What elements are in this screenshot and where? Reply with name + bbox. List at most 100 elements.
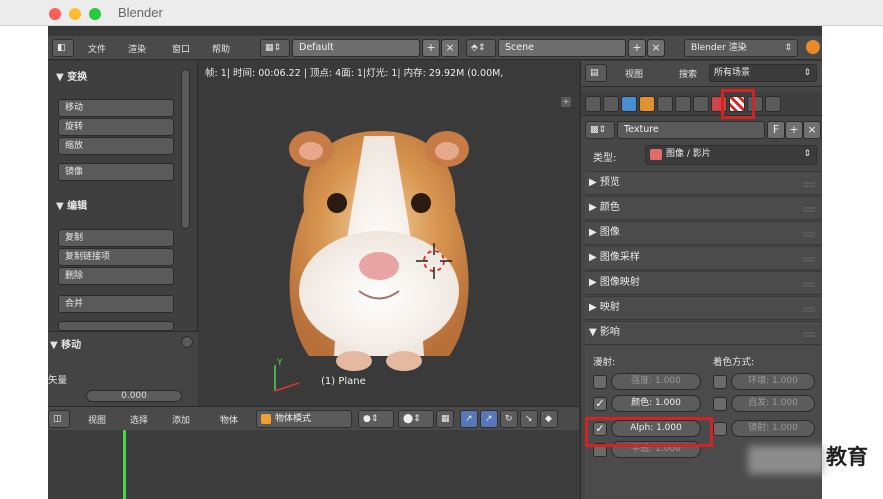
scale-button[interactable]: 缩放 (58, 137, 174, 155)
menu-add[interactable]: 添加 (172, 413, 190, 426)
properties-editor-type-button[interactable]: ▤ (585, 64, 607, 82)
viewport-editor-type-button[interactable]: ◫ (48, 410, 70, 428)
pivot-select[interactable]: ⬤⇕ (398, 410, 434, 428)
emit-slider[interactable]: 自发: 1.000 (731, 395, 815, 412)
tool-shelf-scrollbar[interactable] (181, 69, 190, 229)
panel-influence[interactable]: ▼ 影响 (585, 321, 821, 345)
panel-image-sampling[interactable]: ▶ 图像采样 (585, 246, 821, 270)
texture-fake-user-button[interactable]: F (767, 121, 785, 139)
mirror-button[interactable]: 镜像 (58, 163, 174, 181)
move-button[interactable]: 移动 (58, 99, 174, 117)
texture-type-select[interactable]: 图像 / 影片 ⇕ (645, 145, 817, 165)
remove-scene-button[interactable]: × (647, 39, 665, 57)
color-slider[interactable]: 颜色: 1.000 (611, 395, 701, 412)
panel-image[interactable]: ▶ 图像 (585, 221, 821, 245)
texture-name-field[interactable]: Texture (617, 121, 765, 139)
layers-icon[interactable]: ▦ (436, 410, 454, 428)
operator-collapse-icon[interactable] (181, 336, 193, 348)
menu-render[interactable]: 渲染 (128, 42, 146, 55)
history-dropdown[interactable] (58, 321, 174, 331)
transform-section-header[interactable]: ▼ 变换 (56, 68, 87, 83)
intensity-checkbox[interactable] (593, 375, 607, 389)
texture-new-button[interactable]: + (785, 121, 803, 139)
scale-icon[interactable]: ↘ (520, 410, 538, 428)
drag-grip-icon[interactable] (803, 257, 815, 259)
menu-select[interactable]: 选择 (130, 413, 148, 426)
ambient-checkbox[interactable] (713, 375, 727, 389)
scene-icon[interactable]: ⬘⇕ (466, 39, 496, 57)
drag-grip-icon[interactable] (803, 307, 815, 309)
close-window-button[interactable] (49, 8, 61, 20)
tab-physics[interactable] (765, 96, 781, 112)
menu-view[interactable]: 视图 (88, 413, 106, 426)
panel-image-mapping[interactable]: ▶ 图像映射 (585, 271, 821, 295)
drag-grip-icon[interactable] (803, 332, 815, 334)
drag-grip-icon[interactable] (803, 232, 815, 234)
tab-scene[interactable] (603, 96, 619, 112)
viewport-corner-plus-icon[interactable]: + (561, 97, 571, 107)
render-engine-select[interactable]: Blender 渲染 ⇕ (684, 39, 798, 57)
panel-mapping[interactable]: ▶ 映射 (585, 296, 821, 320)
tab-data[interactable] (693, 96, 709, 112)
3d-viewport[interactable]: 帧: 1| 时间: 00:06.22 | 顶点: 4面: 1|灯光: 1| 内存… (199, 61, 579, 406)
drag-grip-icon[interactable] (803, 182, 815, 184)
edit-section-header[interactable]: ▼ 编辑 (56, 197, 87, 212)
remove-layout-button[interactable]: × (441, 39, 459, 57)
screen-layout-field[interactable]: Default (292, 39, 420, 57)
panel-mapping-label: ▶ 映射 (589, 302, 620, 313)
properties-menu-search[interactable]: 搜索 (679, 67, 697, 80)
vector-x-field[interactable]: 0.000 (86, 390, 182, 402)
panel-colors[interactable]: ▶ 颜色 (585, 196, 821, 220)
emit-checkbox[interactable] (713, 397, 727, 411)
color-checkbox[interactable]: ✓ (593, 397, 607, 411)
mirror-slider[interactable]: 镜射: 1.000 (731, 420, 815, 437)
rotate-icon[interactable]: ↻ (500, 410, 518, 428)
texture-browse-button[interactable]: ▩⇕ (585, 121, 615, 139)
active-object-label: (1) Plane (321, 376, 366, 387)
rotate-button[interactable]: 旋转 (58, 118, 174, 136)
shading-select[interactable]: ●⇕ (358, 410, 394, 428)
menu-file[interactable]: 文件 (88, 42, 106, 55)
tab-render[interactable] (585, 96, 601, 112)
editor-type-button[interactable]: ◧ (52, 39, 74, 57)
diffuse-label: 漫射: (593, 357, 616, 368)
intensity-slider[interactable]: 强度: 1.000 (611, 373, 701, 390)
tab-object[interactable] (639, 96, 655, 112)
translate-icon[interactable]: ↗ (480, 410, 498, 428)
drag-grip-icon[interactable] (803, 282, 815, 284)
add-scene-button[interactable]: + (628, 39, 646, 57)
menu-object[interactable]: 物体 (220, 413, 238, 426)
current-frame-cursor[interactable] (123, 430, 126, 499)
texture-type-label: 图像 / 影片 (666, 149, 711, 159)
tab-constraints[interactable] (657, 96, 673, 112)
scene-filter-select[interactable]: 所有场景 ⇕ (709, 64, 817, 82)
minimize-window-button[interactable] (69, 8, 81, 20)
maximize-window-button[interactable] (89, 8, 101, 20)
axis-y-label: Y (276, 358, 283, 368)
operator-title[interactable]: ▼ 移动 (50, 336, 81, 351)
drag-grip-icon[interactable] (803, 207, 815, 209)
tab-world[interactable] (621, 96, 637, 112)
manipulator-icon[interactable]: ↗ (460, 410, 478, 428)
3d-cursor-icon[interactable] (414, 241, 454, 281)
timeline[interactable] (48, 430, 579, 499)
screen-layout-icon[interactable]: ▦⇕ (260, 39, 290, 57)
properties-tabs (581, 92, 822, 116)
menu-window[interactable]: 窗口 (172, 42, 190, 55)
properties-menu-view[interactable]: 视图 (625, 67, 643, 80)
texture-unlink-button[interactable]: × (803, 121, 821, 139)
tab-modifiers[interactable] (675, 96, 691, 112)
duplicate-button[interactable]: 复制 (58, 229, 174, 247)
scene-field[interactable]: Scene (498, 39, 626, 57)
add-layout-button[interactable]: + (422, 39, 440, 57)
mirror-checkbox[interactable] (713, 422, 727, 436)
menu-help[interactable]: 帮助 (212, 42, 230, 55)
duplicate-linked-button[interactable]: 复制链接项 (58, 248, 174, 266)
join-button[interactable]: 合并 (58, 295, 174, 313)
global-icon[interactable]: ◆ (540, 410, 558, 428)
mode-select[interactable]: 物体模式 (256, 410, 352, 428)
ambient-slider[interactable]: 环境: 1.000 (731, 373, 815, 390)
object-mode-icon (261, 414, 271, 424)
panel-preview[interactable]: ▶ 预览 (585, 171, 821, 195)
delete-button[interactable]: 删除 (58, 267, 174, 285)
